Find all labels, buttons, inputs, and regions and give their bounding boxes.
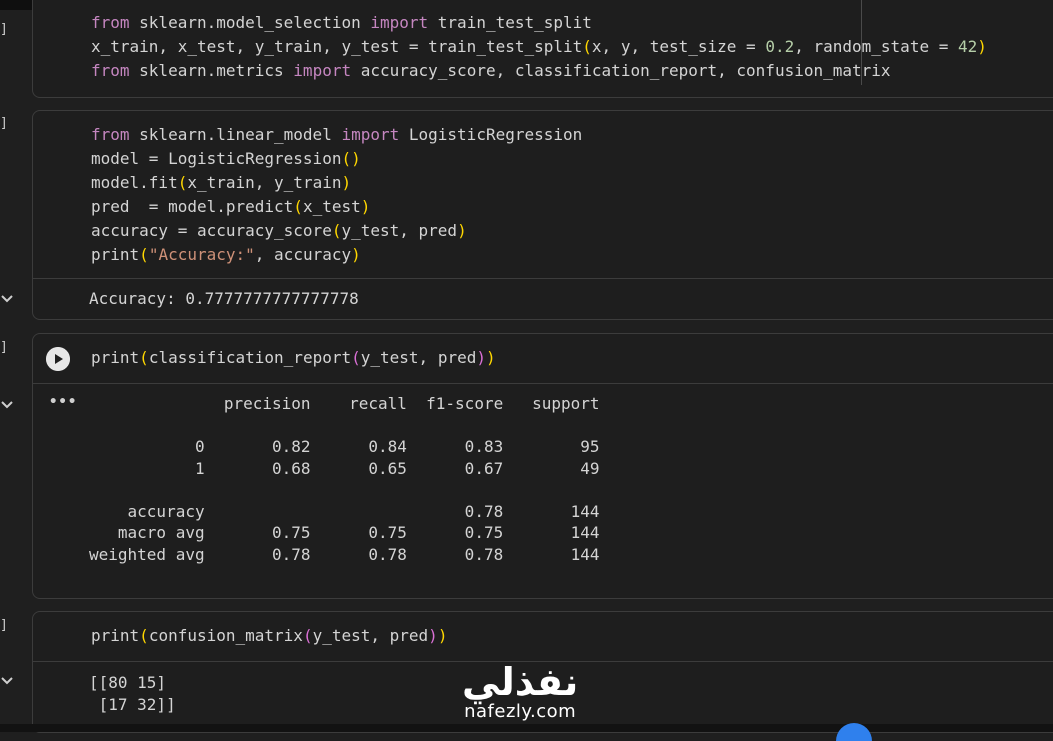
cell-2-exec-bracket: ] <box>0 116 8 131</box>
cell-4-exec-bracket: ] <box>0 618 8 633</box>
chevron-down-icon[interactable] <box>0 291 14 305</box>
code-cell-2[interactable]: from sklearn.linear_model import Logisti… <box>32 110 1053 320</box>
code-editor-2[interactable]: from sklearn.linear_model import Logisti… <box>91 123 582 267</box>
cell-1-exec-bracket: ] <box>0 22 8 37</box>
cell-2-output: Accuracy: 0.7777777777777778 <box>89 289 359 308</box>
cell-3-exec-bracket: ] <box>0 340 8 355</box>
more-horiz-icon[interactable]: ••• <box>49 394 77 410</box>
play-icon[interactable] <box>46 347 70 371</box>
cell-3-output: precision recall f1-score support 0 0.82… <box>89 394 600 564</box>
watermark-url: nafezly.com <box>464 701 577 722</box>
code-editor-1[interactable]: from sklearn.model_selection import trai… <box>91 11 987 83</box>
watermark: نفذلي nafezly.com <box>462 662 578 722</box>
code-cell-3[interactable]: print(classification_report(y_test, pred… <box>32 333 1053 599</box>
output-divider <box>33 278 1053 279</box>
chevron-down-icon[interactable] <box>0 397 14 411</box>
watermark-logo: نفذلي <box>462 660 579 704</box>
output-divider <box>33 383 1053 384</box>
cell-4-output: [[80 15] [17 32]] <box>89 673 176 714</box>
code-editor-3[interactable]: print(classification_report(y_test, pred… <box>91 346 496 370</box>
code-editor-4[interactable]: print(confusion_matrix(y_test, pred)) <box>91 624 447 648</box>
code-cell-1[interactable]: from sklearn.model_selection import trai… <box>32 0 1053 98</box>
bottom-bar <box>0 724 1053 732</box>
chevron-down-icon[interactable] <box>0 673 14 687</box>
